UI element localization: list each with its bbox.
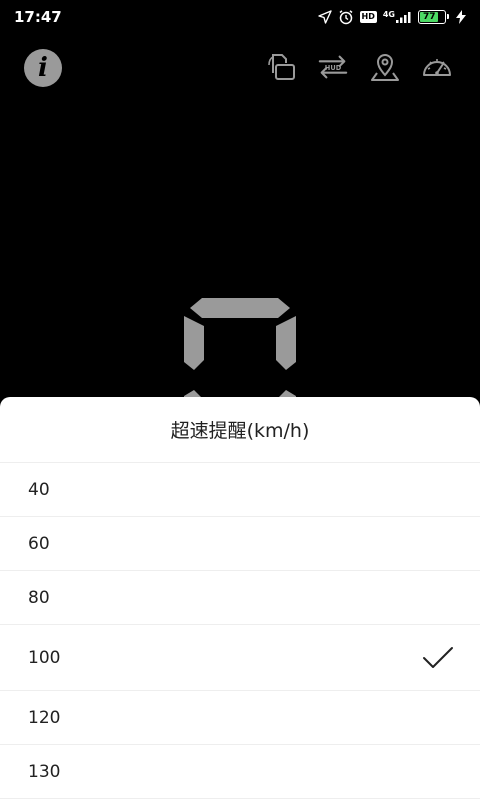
battery-icon: 77 (418, 10, 449, 24)
speedometer-button[interactable] (420, 50, 454, 84)
location-arrow-icon (317, 10, 332, 24)
alarm-icon (339, 10, 353, 25)
hd-icon: HD (359, 11, 377, 23)
charging-icon (456, 10, 466, 24)
top-toolbar: HUD (264, 50, 454, 84)
hud-label: HUD (325, 64, 342, 72)
option-label: 130 (28, 761, 61, 782)
checkmark-icon (423, 646, 453, 668)
signal-icon: 4G (383, 11, 412, 23)
option-label: 120 (28, 707, 61, 728)
rotate-screen-button[interactable] (264, 50, 298, 84)
option-label: 40 (28, 479, 50, 500)
location-pin-icon (371, 54, 399, 81)
hud-mirror-icon: HUD (318, 55, 348, 79)
battery-level: 77 (422, 12, 436, 22)
speed-option-40[interactable]: 40 (0, 463, 480, 517)
status-bar: 17:47 HD 4G 77 (0, 0, 480, 34)
info-icon: i (38, 53, 48, 83)
speed-options-list: 40 60 80 100 120 130 (0, 463, 480, 799)
speedometer-icon (423, 59, 451, 76)
network-type: 4G (382, 10, 395, 19)
info-button[interactable]: i (24, 49, 62, 87)
status-time: 17:47 (14, 8, 62, 26)
location-button[interactable] (368, 50, 402, 84)
sheet-title: 超速提醒(km/h) (0, 397, 480, 463)
option-label: 80 (28, 587, 50, 608)
segment-top (190, 298, 290, 318)
hud-mirror-button[interactable]: HUD (316, 50, 350, 84)
option-label: 60 (28, 533, 50, 554)
speed-option-130[interactable]: 130 (0, 745, 480, 799)
segment-top-left (184, 316, 204, 370)
speed-option-100[interactable]: 100 (0, 625, 480, 691)
speed-alert-sheet: 超速提醒(km/h) 40 60 80 100 120 130 (0, 397, 480, 800)
segment-top-right (276, 316, 296, 370)
battery-fill: 77 (420, 12, 439, 22)
speed-option-80[interactable]: 80 (0, 571, 480, 625)
option-label: 100 (28, 647, 61, 668)
speed-option-120[interactable]: 120 (0, 691, 480, 745)
rotate-screen-icon (268, 54, 295, 80)
status-icons: HD 4G 77 (317, 9, 466, 25)
speed-option-60[interactable]: 60 (0, 517, 480, 571)
